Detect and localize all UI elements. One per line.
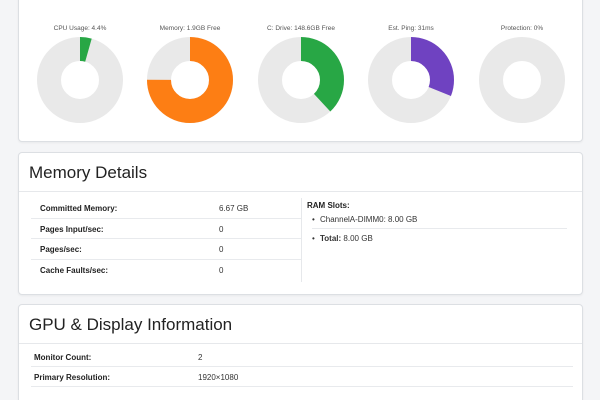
gpu-display-panel: GPU & Display Information Monitor Count:… <box>18 304 583 400</box>
list-item: • Total: 8.00 GB <box>312 234 567 243</box>
row-value: 6.67 GB <box>219 204 249 213</box>
row-key: Pages Input/sec: <box>40 224 104 234</box>
protection-gauge: Protection: 0% <box>467 24 577 123</box>
row-value: 0 <box>219 245 224 254</box>
column-divider <box>301 198 302 282</box>
donut-track <box>37 37 123 123</box>
ping-donut <box>368 37 454 123</box>
protection-donut <box>479 37 565 123</box>
table-row: Monitor Count: 2 <box>31 347 573 367</box>
row-key: Cache Faults/sec: <box>40 265 109 275</box>
c-drive-label: C: Drive: 148.6GB Free <box>267 25 335 32</box>
gpu-display-title: GPU & Display Information <box>29 315 233 334</box>
row-value: 2 <box>198 353 203 362</box>
system-gauges-panel: CPU Usage: 4.4% Memory: 1.9GB Free C: Dr… <box>18 0 583 142</box>
bullet-icon: • <box>312 234 315 243</box>
ram-slot-text: ChannelA-DIMM0: 8.00 GB <box>320 215 418 224</box>
cpu-usage-gauge: CPU Usage: 4.4% <box>25 24 135 123</box>
memory-details-title: Memory Details <box>29 163 148 182</box>
cpu-usage-label: CPU Usage: 4.4% <box>53 25 107 32</box>
c-drive-gauge: C: Drive: 148.6GB Free <box>246 24 356 123</box>
memory-stats-table: Committed Memory: 6.67 GB Pages Input/se… <box>31 198 301 280</box>
memory-donut <box>147 37 233 123</box>
table-row: Cache Faults/sec: 0 <box>31 260 301 281</box>
row-value: 1920×1080 <box>198 373 239 382</box>
ram-total-value: 8.00 GB <box>343 234 373 243</box>
table-row: Pages/sec: 0 <box>31 239 301 260</box>
title-divider <box>19 343 582 344</box>
protection-label: Protection: 0% <box>500 25 544 32</box>
cpu-usage-donut <box>37 37 123 123</box>
title-divider <box>19 191 582 192</box>
ping-gauge: Est. Ping: 31ms <box>356 24 466 123</box>
table-row: Pages Input/sec: 0 <box>31 219 301 239</box>
bullet-icon: • <box>312 215 315 224</box>
row-key: Committed Memory: <box>40 204 118 213</box>
row-key: Primary Resolution: <box>34 373 111 382</box>
row-value: 0 <box>219 224 224 234</box>
table-row: Committed Memory: 6.67 GB <box>31 198 301 219</box>
memory-details-panel: Memory Details Committed Memory: 6.67 GB… <box>18 152 583 295</box>
table-row: Primary Resolution: 1920×1080 <box>31 367 573 387</box>
ping-label: Est. Ping: 31ms <box>388 25 434 32</box>
ram-total-label: Total: <box>320 234 342 243</box>
row-key: Monitor Count: <box>34 353 92 362</box>
row-value: 0 <box>219 265 224 275</box>
list-item: • ChannelA-DIMM0: 8.00 GB <box>312 215 567 229</box>
memory-gauge: Memory: 1.9GB Free <box>135 24 245 123</box>
row-key: Pages/sec: <box>40 245 82 254</box>
ram-slots-title: RAM Slots: <box>307 201 350 210</box>
c-drive-donut <box>258 37 344 123</box>
memory-label: Memory: 1.9GB Free <box>159 25 221 32</box>
donut-track <box>479 37 565 123</box>
